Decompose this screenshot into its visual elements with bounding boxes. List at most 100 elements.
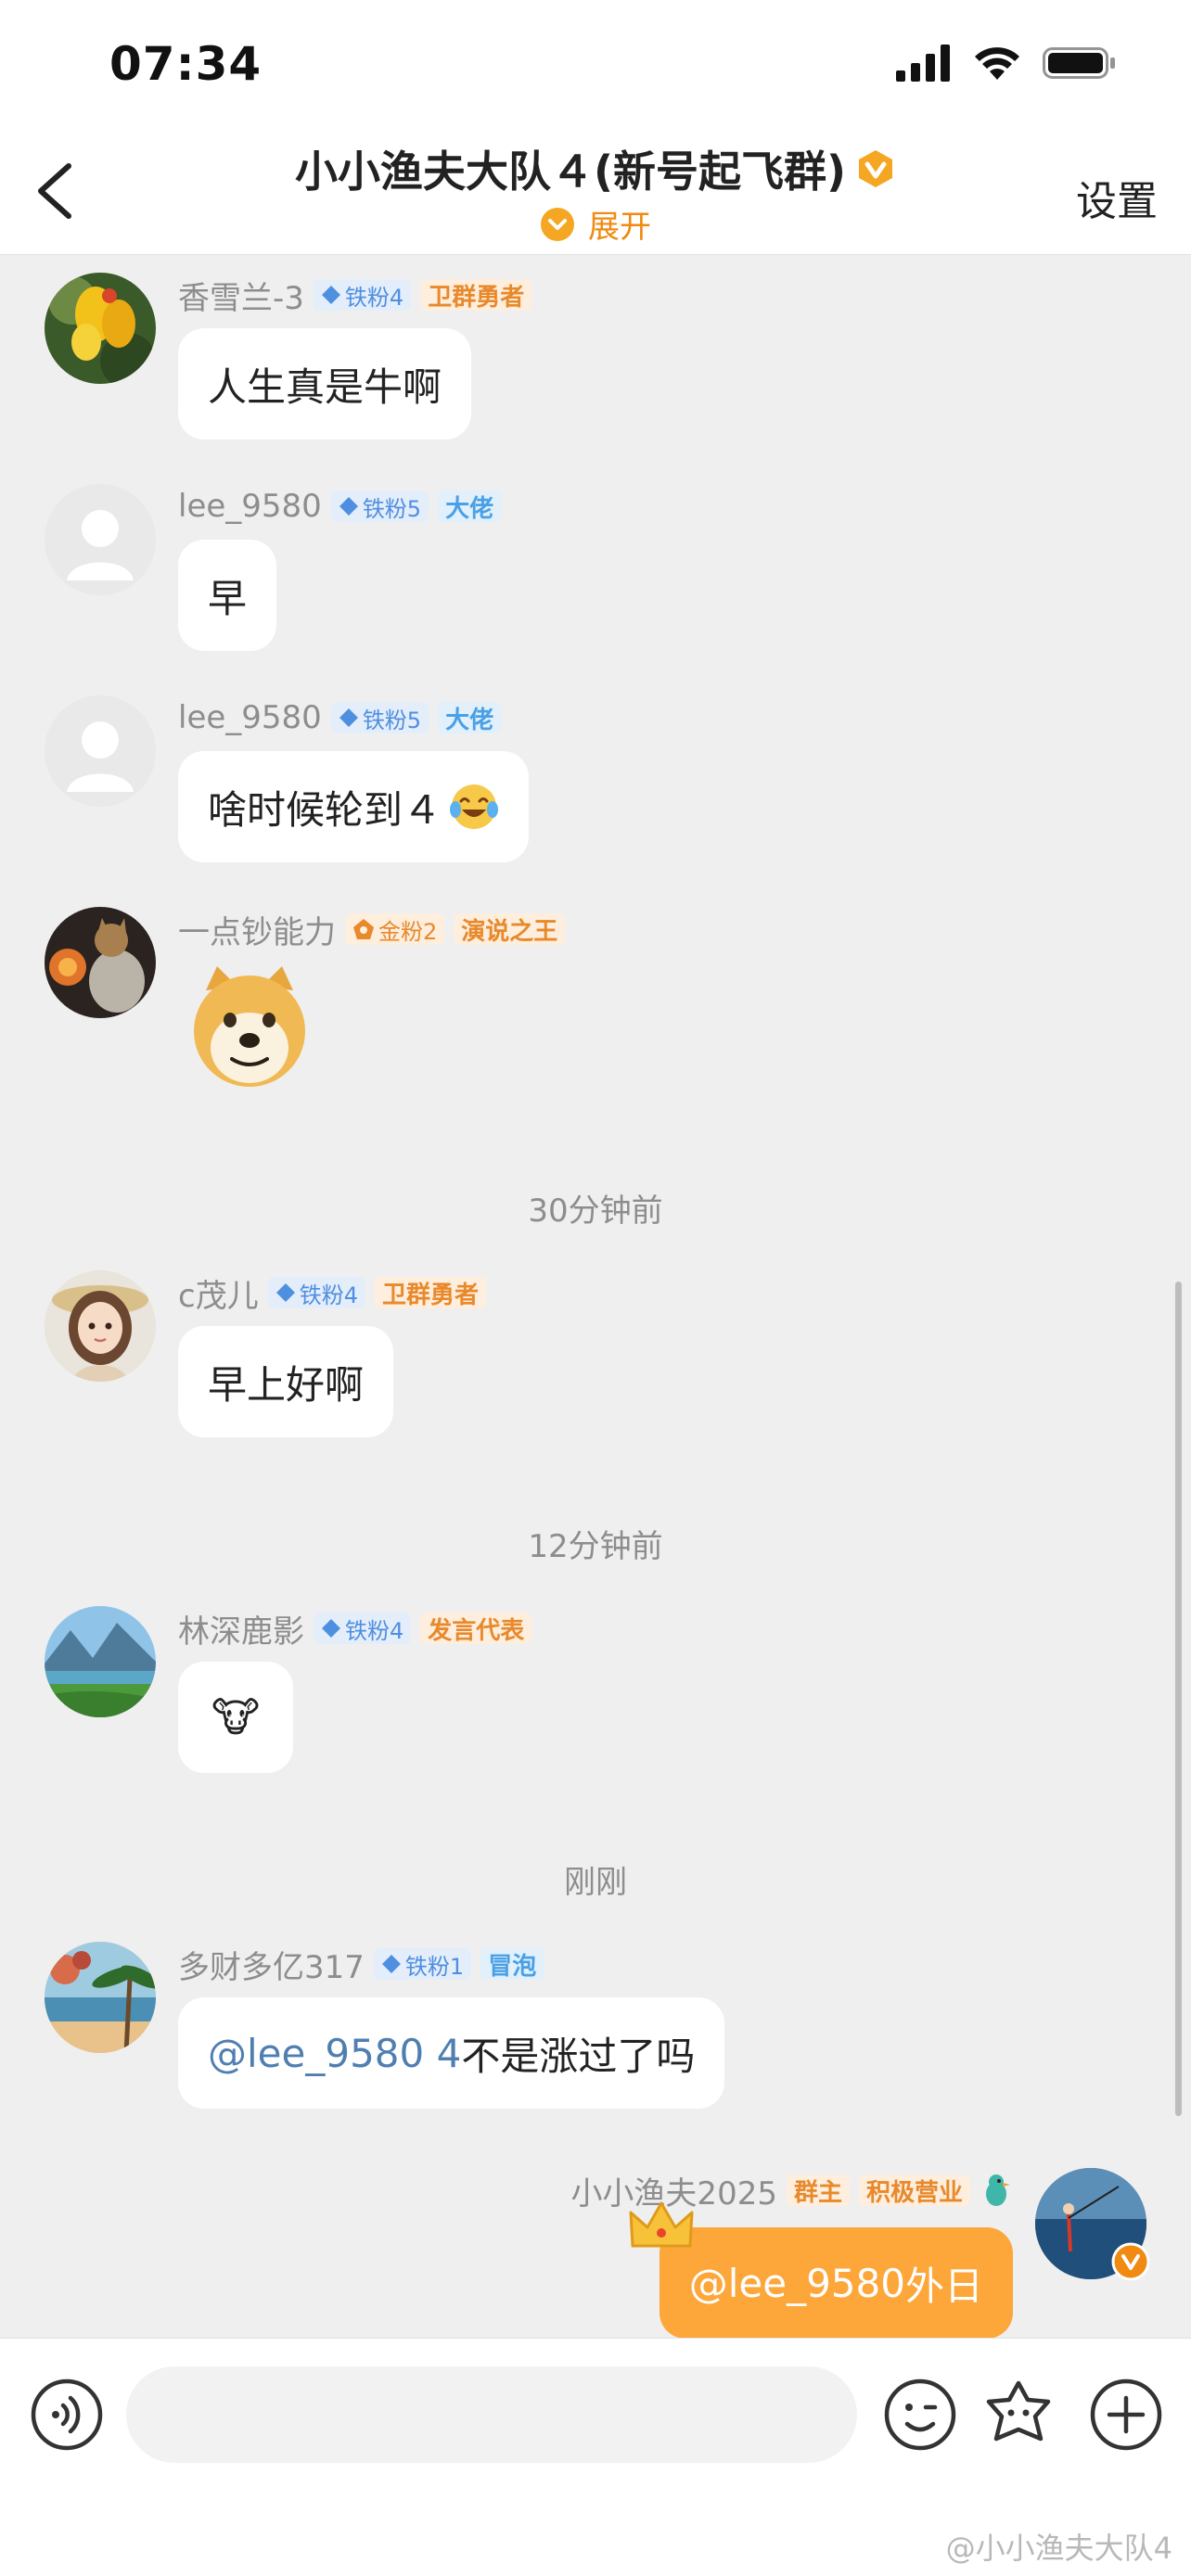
verified-v-icon bbox=[1111, 2242, 1150, 2281]
avatar[interactable] bbox=[45, 484, 156, 595]
cat-avatar-image bbox=[45, 907, 156, 1018]
avatar[interactable] bbox=[45, 907, 156, 1018]
chevron-down-circle-icon bbox=[541, 207, 574, 241]
message-meta: 香雪兰-3 铁粉4 卫群勇者 bbox=[178, 276, 532, 317]
avatar[interactable] bbox=[45, 1942, 156, 2053]
fan-level-badge: 铁粉4 bbox=[314, 1613, 412, 1644]
message-meta: lee_9580 铁粉5 大佬 bbox=[178, 699, 502, 736]
diamond-icon bbox=[275, 1283, 295, 1302]
message-text: 啥时候轮到４ bbox=[208, 786, 442, 833]
username[interactable]: lee_9580 bbox=[178, 488, 322, 525]
mention-link[interactable]: @lee_9580 4 bbox=[208, 2031, 461, 2076]
group-owner-badge: 群主 bbox=[786, 2174, 850, 2207]
beach-avatar-image bbox=[45, 1942, 156, 2053]
member-title-badge: 冒泡 bbox=[480, 1948, 544, 1981]
username[interactable]: 香雪兰-3 bbox=[178, 273, 304, 318]
laughing-tears-emoji-icon bbox=[450, 784, 499, 829]
avatar[interactable] bbox=[45, 1606, 156, 1717]
fan-level-label: 铁粉1 bbox=[404, 1953, 465, 1980]
fan-level-label: 铁粉4 bbox=[299, 1282, 358, 1308]
emoji-button[interactable] bbox=[881, 2376, 959, 2454]
member-title-badge: 发言代表 bbox=[420, 1613, 532, 1645]
bird-badge-icon bbox=[986, 2174, 1010, 2206]
voice-icon bbox=[31, 2378, 103, 2451]
message-text: 外日 bbox=[904, 2263, 983, 2309]
username[interactable]: lee_9580 bbox=[178, 699, 322, 736]
watermark: @小小渔夫大队4 bbox=[945, 2531, 1172, 2566]
status-icons bbox=[896, 45, 1117, 82]
diamond-icon bbox=[321, 286, 340, 304]
fan-level-badge: 铁粉5 bbox=[330, 702, 429, 733]
battery-icon bbox=[1043, 47, 1115, 79]
member-title-badge: 大佬 bbox=[438, 702, 502, 734]
message-input[interactable] bbox=[126, 2366, 857, 2463]
username[interactable]: 一点钞能力 bbox=[178, 907, 336, 952]
signal-icon bbox=[896, 45, 950, 82]
mention-link[interactable]: @lee_9580 bbox=[689, 2261, 905, 2306]
timestamp: 30分钟前 bbox=[528, 1192, 663, 1230]
plus-icon bbox=[1090, 2378, 1162, 2451]
message-bubble[interactable]: 🐮 bbox=[178, 1662, 294, 1773]
expand-toggle[interactable]: 展开 bbox=[0, 201, 1191, 247]
fan-level-label: 金粉2 bbox=[378, 918, 438, 945]
gold-badge-icon bbox=[353, 919, 374, 939]
message-bubble[interactable]: @lee_9580 4 不是涨过了吗 bbox=[178, 1997, 725, 2109]
message-text: 早上好啊 bbox=[208, 1361, 365, 1408]
default-avatar-icon bbox=[45, 695, 156, 807]
diamond-icon bbox=[381, 1955, 401, 1973]
sticker-icon bbox=[986, 2380, 1051, 2442]
voice-button[interactable] bbox=[28, 2376, 106, 2454]
message-bubble[interactable]: 啥时候轮到４ bbox=[178, 751, 530, 862]
fan-level-badge: 铁粉4 bbox=[313, 279, 412, 311]
doge-sticker-icon bbox=[194, 966, 305, 1087]
anime-girl-avatar-image bbox=[45, 1270, 156, 1382]
scrollbar-thumb[interactable] bbox=[1175, 1282, 1182, 2116]
diamond-icon bbox=[339, 497, 358, 516]
message-bubble[interactable]: 早上好啊 bbox=[178, 1326, 394, 1437]
fan-level-badge: 铁粉1 bbox=[373, 1948, 472, 1980]
expand-label: 展开 bbox=[588, 209, 651, 246]
message-meta: lee_9580 铁粉5 大佬 bbox=[178, 488, 502, 525]
username[interactable]: 多财多亿317 bbox=[178, 1942, 365, 1987]
avatar[interactable] bbox=[45, 1270, 156, 1382]
timestamp: 刚刚 bbox=[564, 1864, 627, 1901]
verified-badge-icon bbox=[859, 150, 893, 187]
settings-button[interactable]: 设置 bbox=[1076, 168, 1158, 227]
fan-level-label: 铁粉4 bbox=[344, 284, 404, 311]
message-bubble[interactable]: 人生真是牛啊 bbox=[178, 328, 472, 440]
message-bubble[interactable]: 早 bbox=[178, 540, 277, 651]
fan-level-label: 铁粉5 bbox=[362, 495, 422, 522]
nav-title-wrap: 小小渔夫大队４(新号起飞群) bbox=[0, 138, 1191, 199]
message-bubble-self[interactable]: @lee_9580 外日 bbox=[659, 2227, 1013, 2338]
message-meta: 一点钞能力 金粉2 演说之王 bbox=[178, 911, 566, 951]
member-title-badge: 卫群勇者 bbox=[420, 279, 532, 312]
group-title[interactable]: 小小渔夫大队４(新号起飞群) bbox=[295, 138, 846, 199]
username[interactable]: 林深鹿影 bbox=[178, 1606, 304, 1651]
avatar[interactable] bbox=[45, 695, 156, 807]
member-title-badge: 演说之王 bbox=[454, 913, 566, 946]
fan-level-badge: 铁粉4 bbox=[267, 1277, 365, 1308]
message-meta: 多财多亿317 铁粉1 冒泡 bbox=[178, 1945, 544, 1986]
nav-bar: 小小渔夫大队４(新号起飞群) 展开 设置 bbox=[0, 125, 1191, 255]
timestamp: 12分钟前 bbox=[528, 1528, 663, 1565]
status-bar: 07:34 bbox=[0, 0, 1191, 125]
flower-avatar-image bbox=[45, 273, 156, 384]
member-title-badge: 积极营业 bbox=[858, 2174, 970, 2207]
sticker-button[interactable] bbox=[980, 2376, 1057, 2454]
chat-area[interactable]: 香雪兰-3 铁粉4 卫群勇者 人生真是牛啊 lee_9580 铁粉5 大佬 早 … bbox=[0, 256, 1191, 2338]
avatar[interactable] bbox=[45, 273, 156, 384]
default-avatar-icon bbox=[45, 484, 156, 595]
landscape-avatar-image bbox=[45, 1606, 156, 1717]
diamond-icon bbox=[322, 1619, 340, 1638]
username[interactable]: c茂儿 bbox=[178, 1270, 259, 1316]
emoji-icon bbox=[884, 2378, 956, 2451]
doge-sticker[interactable] bbox=[189, 963, 310, 1092]
status-time: 07:34 bbox=[109, 37, 263, 91]
message-meta: c茂儿 铁粉4 卫群勇者 bbox=[178, 1274, 486, 1315]
message-text: 早 bbox=[208, 575, 248, 621]
fan-level-badge: 金粉2 bbox=[345, 913, 445, 945]
message-meta: 林深鹿影 铁粉4 发言代表 bbox=[178, 1610, 532, 1651]
fan-level-badge: 铁粉5 bbox=[330, 491, 429, 522]
member-title-badge: 卫群勇者 bbox=[374, 1277, 486, 1309]
add-button[interactable] bbox=[1087, 2376, 1165, 2454]
